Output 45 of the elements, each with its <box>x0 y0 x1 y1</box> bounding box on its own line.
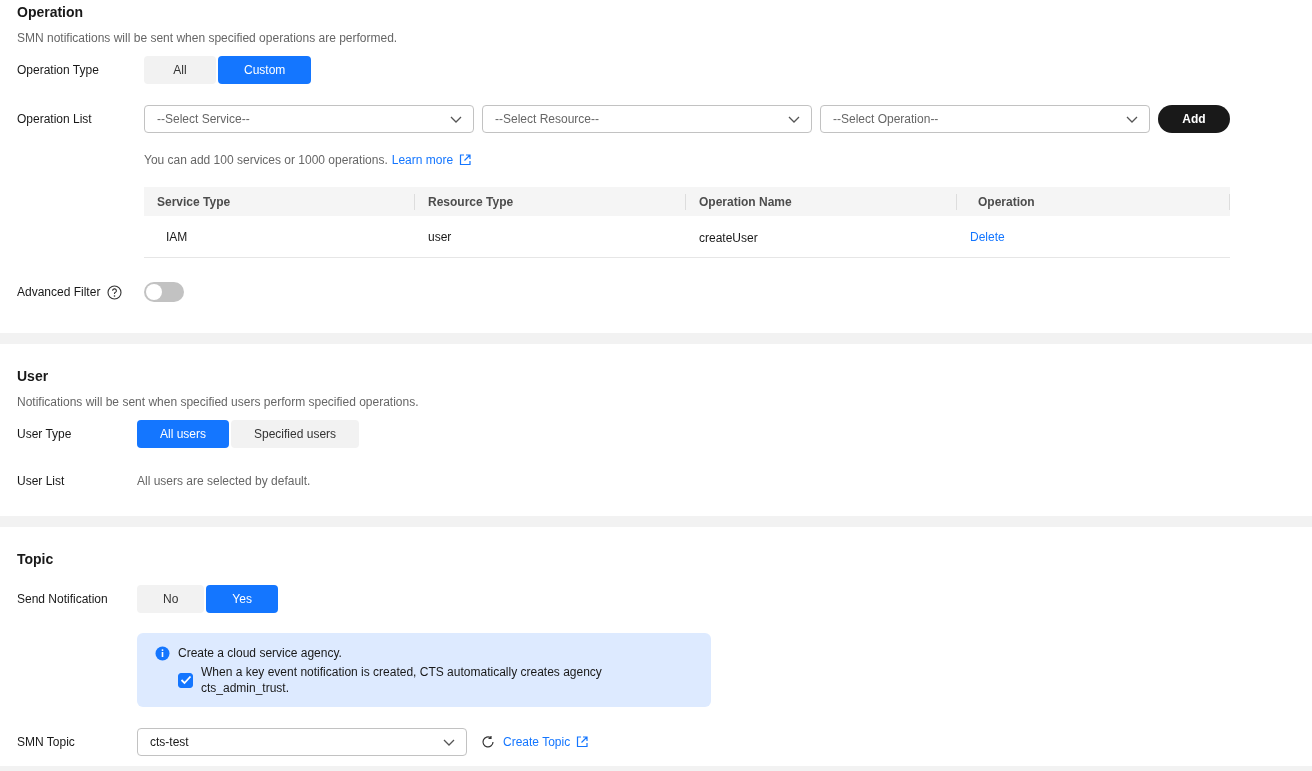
learn-more-link[interactable]: Learn more <box>391 152 454 168</box>
help-icon <box>107 284 123 300</box>
delete-link[interactable]: Delete <box>970 229 1005 244</box>
option-button[interactable]: All users <box>137 420 229 448</box>
user-list-text: All users are selected by default. <box>137 474 311 488</box>
select-field[interactable]: cts-test <box>137 728 467 756</box>
column-header: Operation Name <box>686 193 957 210</box>
select-field[interactable]: --Select Service-- <box>144 105 474 133</box>
field-label: Advanced Filter <box>17 284 101 300</box>
checkbox-label: When a key event notification is created, CTS automatically creates agency cts_admin_trust. <box>201 664 603 696</box>
create-topic-link[interactable]: Create Topic <box>503 735 571 749</box>
hint-text: You can add 100 services or 1000 operations. <box>144 152 388 168</box>
select-field[interactable]: --Select Operation-- <box>820 105 1150 133</box>
external-link-icon <box>458 153 473 167</box>
column-header: Resource Type <box>415 193 686 210</box>
field-label: Send Notification <box>17 591 109 607</box>
field-label: User Type <box>17 426 73 442</box>
section-title: Operation <box>17 3 85 21</box>
section-description: Notifications will be sent when specified users perform specified operations. <box>17 394 420 410</box>
table-cell-text: createUser <box>698 230 759 246</box>
option-button[interactable]: No <box>137 585 205 613</box>
field-label: SMN Topic <box>17 734 76 750</box>
checkbox[interactable] <box>178 672 193 688</box>
option-button[interactable]: All <box>144 56 216 84</box>
checkmark-icon <box>179 675 192 685</box>
section-description: SMN notifications will be sent when specified operations are performed. <box>17 30 399 46</box>
field-label: Operation Type <box>17 62 100 78</box>
add-button[interactable]: Add <box>1158 105 1230 133</box>
field-label: User List <box>17 473 66 489</box>
option-button[interactable]: Custom <box>218 56 312 84</box>
info-icon <box>155 645 170 661</box>
column-header: Operation <box>957 193 1230 210</box>
column-header: Service Type <box>144 193 415 210</box>
table-cell-text: IAM <box>165 228 189 245</box>
section-title: Topic <box>17 550 55 568</box>
option-button[interactable]: Yes <box>206 585 278 613</box>
external-link-icon <box>575 735 590 749</box>
table-cell-text: user <box>427 228 453 245</box>
refresh-icon <box>481 735 495 749</box>
field-label: Operation List <box>17 111 93 127</box>
notice-title: Create a cloud service agency. <box>178 645 342 661</box>
select-field[interactable]: --Select Resource-- <box>482 105 812 133</box>
toggle-switch[interactable] <box>144 282 184 302</box>
section-title: User <box>17 367 50 385</box>
option-button[interactable]: Specified users <box>231 420 360 448</box>
